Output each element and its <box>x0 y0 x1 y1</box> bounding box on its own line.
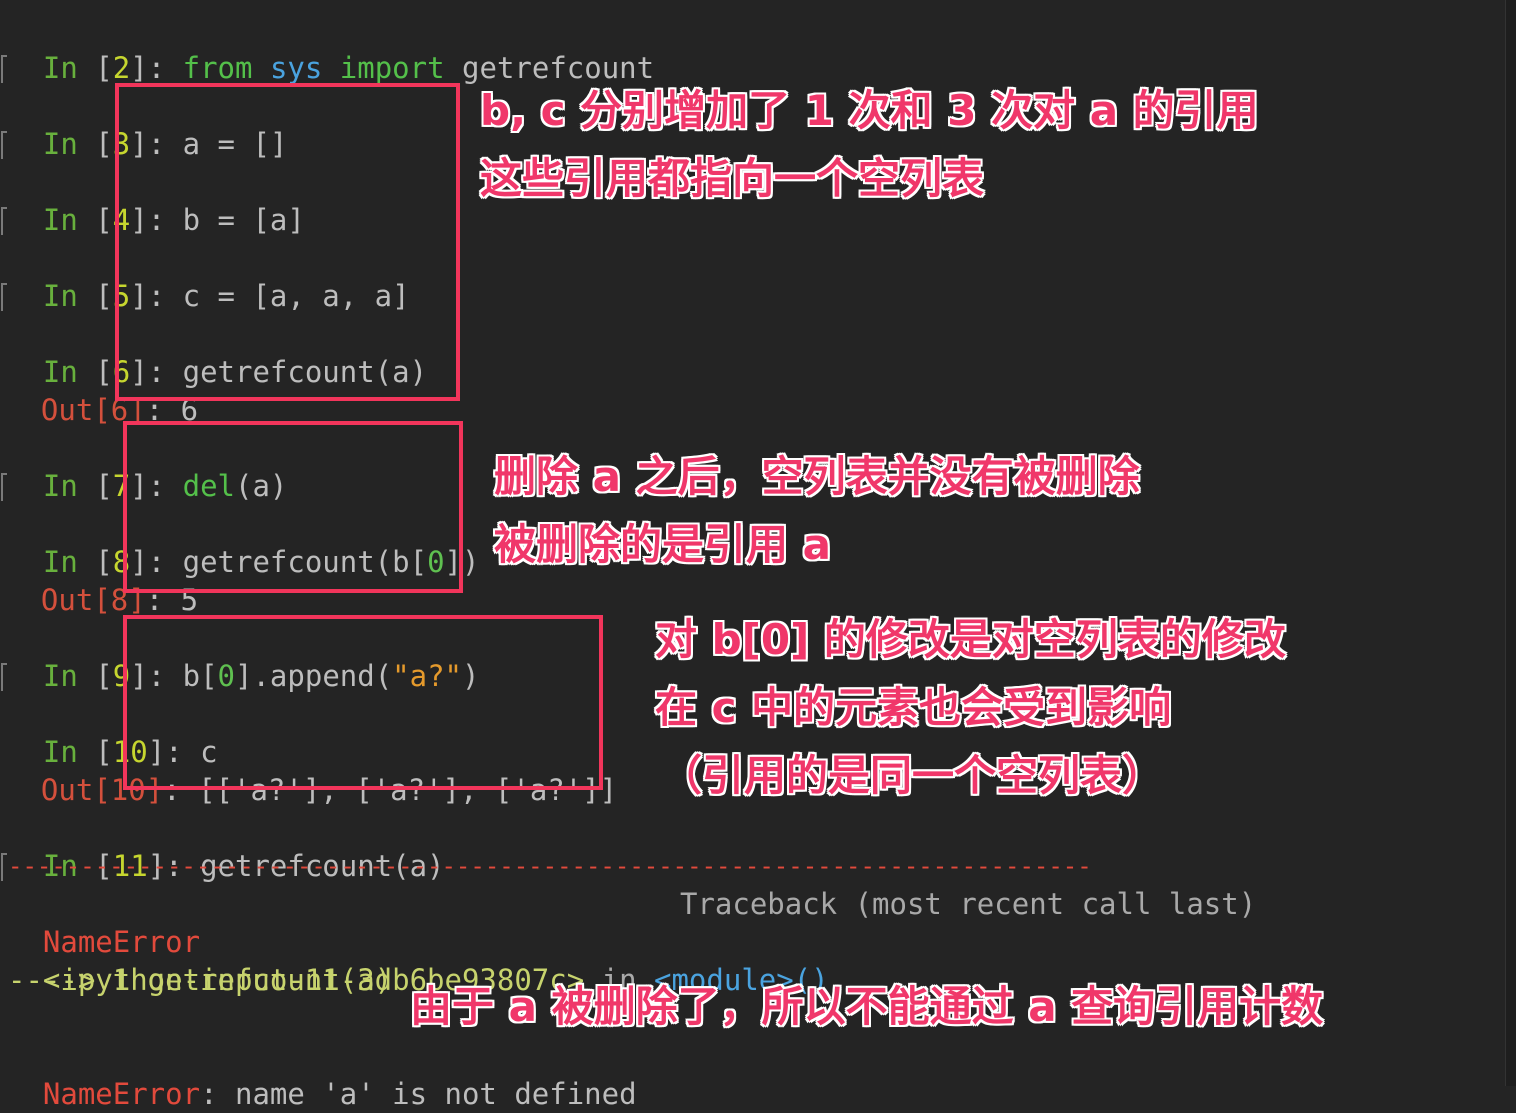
input-line-11: In [11]: getrefcount(a) <box>42 849 445 883</box>
highlight-box-1 <box>115 83 460 401</box>
in-prompt: In <box>42 659 78 693</box>
traceback-final: NameError: name 'a' is not defined <box>8 1037 637 1111</box>
cell-bracket <box>1 55 7 83</box>
traceback-arrow-line: ----> 1 getrefcount(a) <box>8 963 393 997</box>
annotation-3-line-3: （引用的是同一个空列表） <box>660 751 1165 800</box>
in-prompt: In <box>42 127 78 161</box>
annotation-2-line-2: 被删除的是引用 a <box>494 520 831 569</box>
cell-bracket <box>1 853 7 881</box>
annotation-2-line-1: 删除 a 之后，空列表并没有被删除 <box>494 452 1140 501</box>
highlight-box-2 <box>123 421 463 593</box>
annotation-1-line-2: 这些引用都指向一个空列表 <box>480 154 985 203</box>
traceback-header: NameError <box>8 885 200 959</box>
annotation-4: 由于 a 被删除了，所以不能通过 a 查询引用计数 <box>410 982 1324 1031</box>
out-prompt: Out <box>40 773 94 807</box>
code-keyword: from <box>182 51 253 85</box>
in-prompt: In <box>42 51 78 85</box>
out-prompt: Out <box>40 393 94 427</box>
out-prompt: Out <box>40 583 94 617</box>
prompt-number: 2 <box>112 51 131 85</box>
cell-bracket <box>1 663 7 691</box>
annotation-1-line-1: b, c 分别增加了 1 次和 3 次对 a 的引用 <box>480 86 1259 135</box>
cell-bracket <box>1 283 7 311</box>
cell-bracket <box>1 131 7 159</box>
in-prompt: In <box>42 279 78 313</box>
cell-bracket <box>1 473 7 501</box>
code-keyword: import <box>339 51 445 85</box>
traceback-header-right: Traceback (most recent call last) <box>680 887 1257 921</box>
highlight-box-3 <box>123 615 603 790</box>
error-name: NameError <box>42 1077 201 1111</box>
in-prompt: In <box>42 203 78 237</box>
in-prompt: In <box>42 469 78 503</box>
code-module: sys <box>269 51 323 85</box>
traceback-location: <ipython-input-11-3db6be93807c> in <modu… <box>8 923 829 997</box>
scrollbar[interactable] <box>1505 0 1516 1086</box>
error-message: : name 'a' is not defined <box>200 1077 637 1111</box>
cell-bracket <box>1 207 7 235</box>
input-line-2: In [2]: from sys import getrefcount <box>42 51 655 85</box>
annotation-3-line-1: 对 b[0] 的修改是对空列表的修改 <box>655 615 1286 664</box>
traceback-dashes: ----------------------------------------… <box>8 852 1092 880</box>
annotation-3-line-2: 在 c 中的元素也会受到影响 <box>655 683 1172 732</box>
